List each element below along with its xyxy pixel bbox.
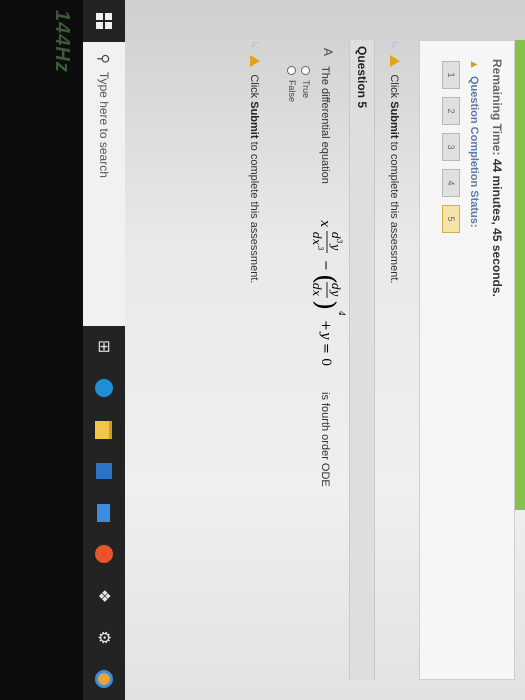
answer-label: A (321, 48, 335, 57)
browser-screen: Remaining Time: 44 minutes, 45 seconds. … (125, 0, 525, 700)
question-button-1[interactable]: 1 (442, 61, 460, 89)
svg-text:y: y (329, 243, 342, 251)
task-view-icon[interactable]: ⊞ (83, 326, 125, 368)
monitor-logo: 144Hz (51, 10, 73, 73)
question-suffix: is fourth order ODE (319, 392, 331, 487)
taskbar-search[interactable]: ⚲ Type here to search (83, 41, 125, 326)
windows-icon (96, 12, 112, 29)
firefox-icon[interactable] (83, 534, 125, 576)
dropbox-icon[interactable]: ❖ (83, 575, 125, 617)
option-true[interactable]: True (301, 66, 311, 98)
radio-false[interactable] (287, 66, 297, 75)
question-buttons: 1 2 3 4 5 (442, 61, 460, 233)
completion-status[interactable]: ▲ Question Completion Status: (468, 59, 480, 228)
differential-equation: x d 3 y dx 3 − ( dy dx ) 4 + y = 0 (299, 220, 349, 380)
submit-instruction-top: ↳ Click Submit to complete this assessme… (388, 40, 400, 284)
question-text: The differential equation (319, 66, 331, 184)
store-icon[interactable] (83, 450, 125, 492)
svg-text:x: x (317, 220, 332, 228)
svg-text:4: 4 (337, 310, 346, 316)
svg-text:−: − (318, 260, 333, 271)
svg-text:dy: dy (329, 283, 342, 297)
option-false[interactable]: False (287, 66, 297, 102)
warning-icon (250, 55, 260, 68)
remaining-time: Remaining Time: 44 minutes, 45 seconds. (490, 59, 504, 297)
settings-icon[interactable]: ⚙ (83, 617, 125, 659)
svg-text:dx: dx (310, 232, 323, 246)
question-header: Question 5 (349, 40, 375, 680)
start-button[interactable] (83, 0, 125, 42)
arrow-icon: ↳ (248, 40, 260, 50)
svg-text:d: d (329, 232, 342, 239)
radio-true[interactable] (301, 66, 311, 75)
svg-text:= 0: = 0 (318, 343, 333, 366)
submit-instruction-bottom: ↳ Click Submit to complete this assessme… (248, 40, 260, 284)
search-icon: ⚲ (96, 53, 113, 64)
assessment-status-panel: Remaining Time: 44 minutes, 45 seconds. … (419, 40, 515, 680)
question-button-5[interactable]: 5 (442, 205, 460, 233)
svg-text:+: + (318, 320, 333, 331)
svg-text:y: y (318, 331, 333, 340)
taskbar: ⚲ Type here to search ⊞ ❖ ⚙ (83, 0, 125, 700)
arrow-icon: ↳ (388, 40, 400, 50)
edge-icon[interactable] (83, 367, 125, 409)
progress-bar (515, 40, 525, 510)
question-button-4[interactable]: 4 (442, 169, 460, 197)
rotated-viewport: Remaining Time: 44 minutes, 45 seconds. … (0, 0, 525, 700)
collapse-arrow-icon: ▲ (468, 59, 480, 70)
question-button-3[interactable]: 3 (442, 133, 460, 161)
svg-text:): ) (310, 300, 340, 310)
monitor-bezel: 144Hz (0, 0, 83, 700)
question-button-2[interactable]: 2 (442, 97, 460, 125)
file-explorer-icon[interactable] (83, 409, 125, 451)
svg-text:dx: dx (310, 283, 323, 297)
warning-icon (390, 55, 400, 68)
chrome-icon[interactable] (83, 658, 125, 700)
mail-icon[interactable] (83, 492, 125, 534)
equation-graphic: x d 3 y dx 3 − ( dy dx ) 4 + y = 0 (310, 220, 346, 366)
svg-text:3: 3 (316, 246, 324, 251)
